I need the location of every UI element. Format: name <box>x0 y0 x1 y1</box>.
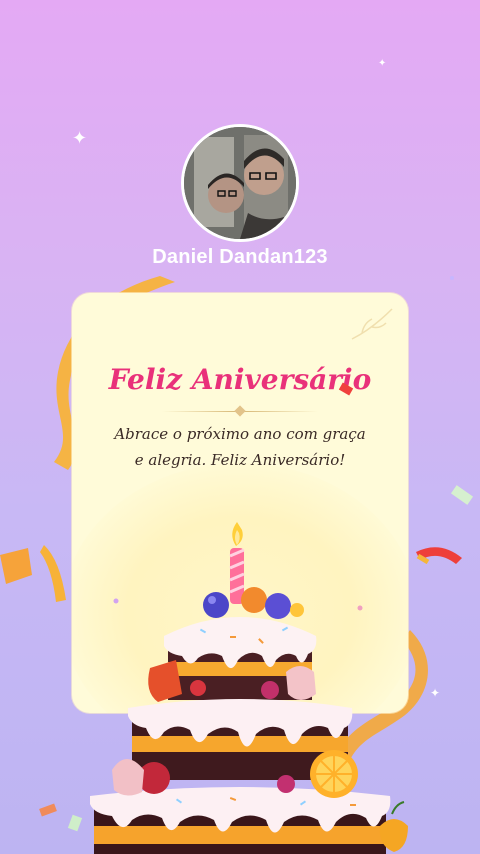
birthday-cake-icon <box>0 276 474 854</box>
candle-icon <box>229 522 245 604</box>
